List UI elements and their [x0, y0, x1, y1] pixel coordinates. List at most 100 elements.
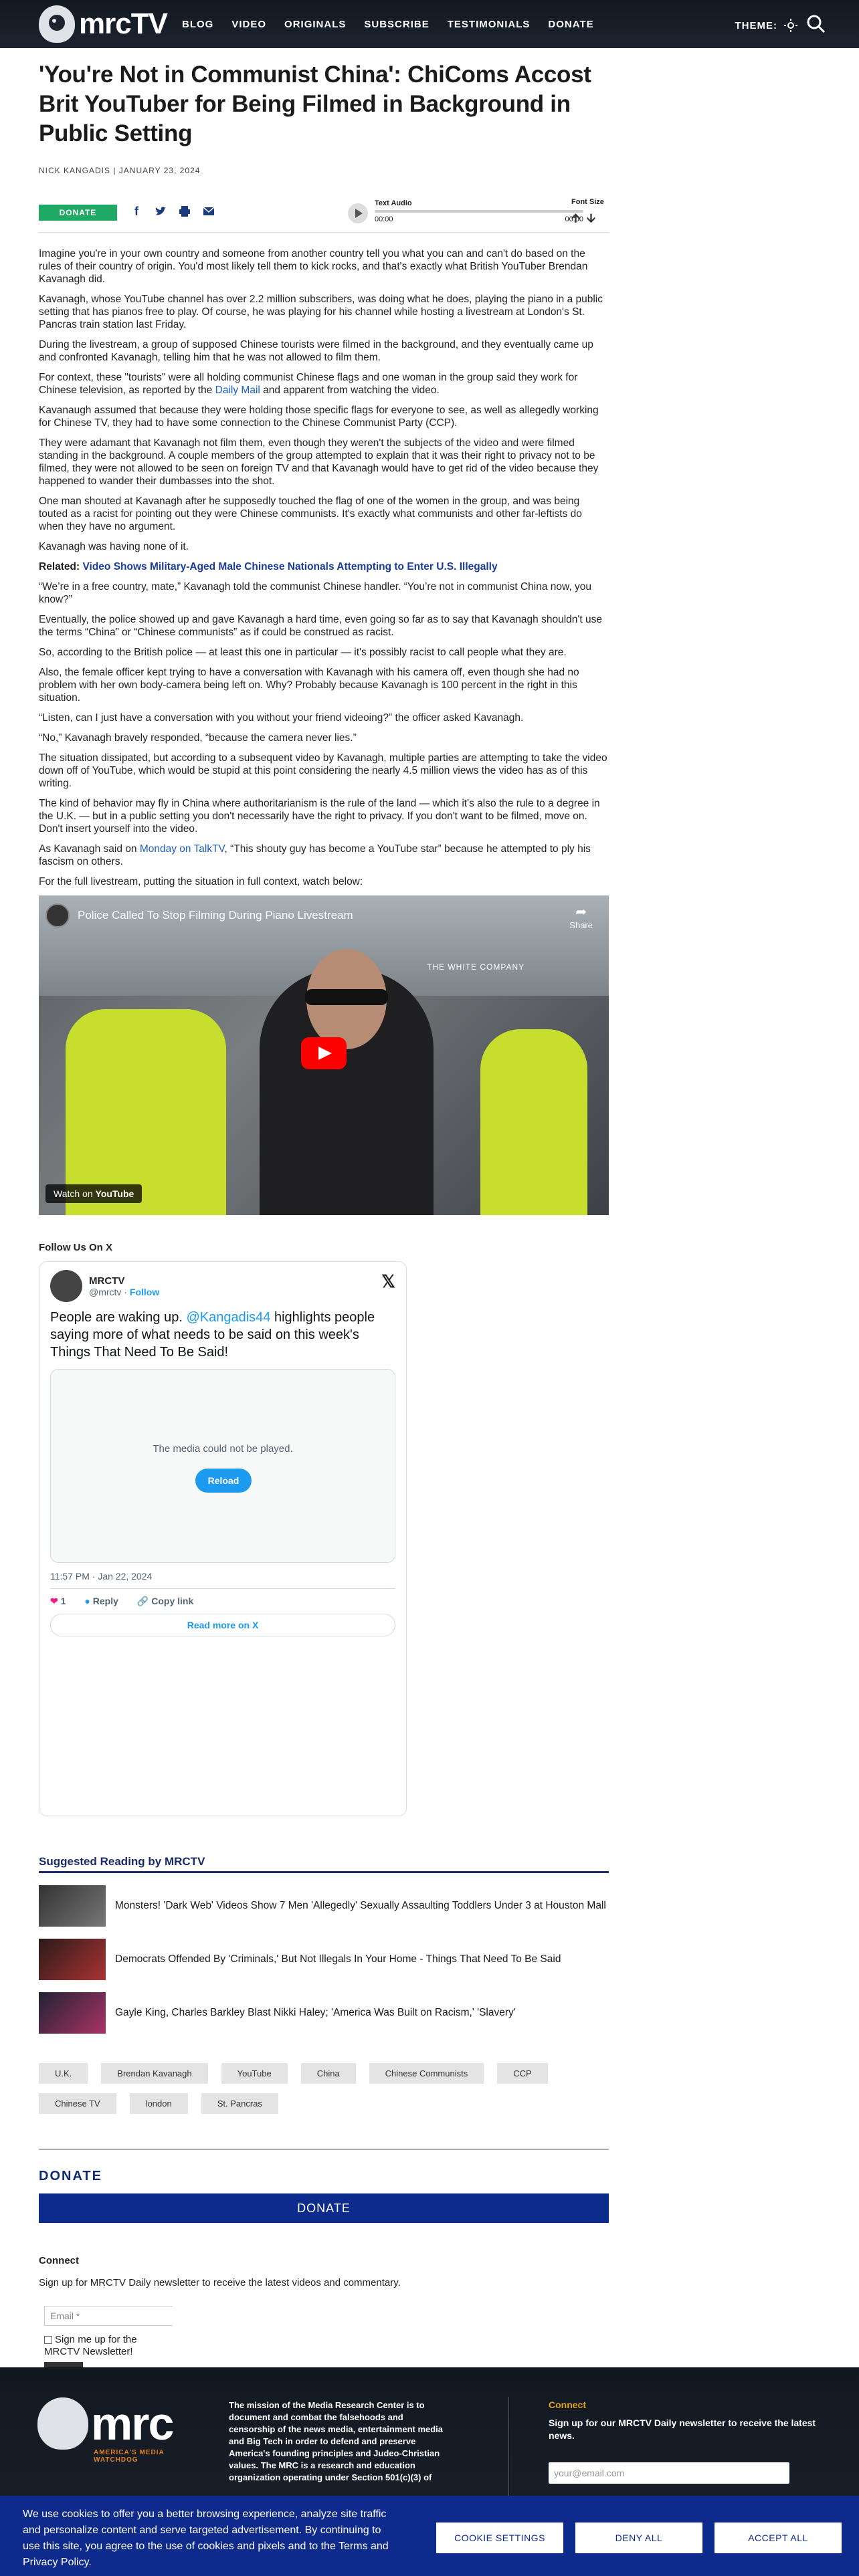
email-icon[interactable]	[202, 205, 215, 218]
youtube-embed[interactable]: THE WHITE COMPANY Police Called To Stop …	[39, 895, 609, 1215]
like-button[interactable]: ❤ 1	[50, 1596, 66, 1607]
article-byline: NICK KANGADIS | JANUARY 23, 2024	[39, 166, 201, 175]
link-icon: 🔗	[136, 1596, 149, 1606]
tweet-author-name[interactable]: MRCTV	[89, 1275, 159, 1287]
paragraph: Kavanaugh assumed that because they were…	[39, 405, 599, 429]
footer-tagline: AMERICA'S MEDIA WATCHDOG	[94, 2449, 165, 2464]
tweet-handle[interactable]: @mrctv	[89, 1287, 121, 1297]
paragraph: For context, these "tourists" were all h…	[39, 372, 578, 396]
font-size-label: Font Size	[571, 198, 604, 206]
theme-toggle[interactable]: THEME:	[735, 19, 797, 32]
tweet-date[interactable]: 11:57 PM · Jan 22, 2024	[50, 1571, 395, 1589]
newsletter-checkbox[interactable]: Sign me up for the MRCTV Newsletter!	[44, 2334, 165, 2358]
newsletter-email-input[interactable]: Email *	[44, 2306, 173, 2326]
deny-all-button[interactable]: DENY ALL	[575, 2523, 702, 2553]
nav-video[interactable]: VIDEO	[231, 19, 266, 30]
checkbox-box[interactable]	[44, 2336, 52, 2345]
search-icon[interactable]	[805, 13, 826, 33]
x-logo-icon[interactable]: 𝕏	[381, 1271, 395, 1292]
tag[interactable]: Brendan Kavanagh	[101, 2063, 208, 2084]
audio-progress-bar[interactable]	[375, 210, 583, 213]
video-figure	[305, 989, 388, 1005]
channel-avatar[interactable]	[45, 903, 70, 928]
cookie-banner: We use cookies to offer you a better bro…	[0, 2496, 859, 2576]
suggested-title[interactable]: Monsters! 'Dark Web' Videos Show 7 Men '…	[115, 1900, 606, 1912]
cookie-text: We use cookies to offer you a better bro…	[23, 2508, 389, 2568]
tag[interactable]: China	[300, 2063, 356, 2084]
tweet-follow-link[interactable]: Follow	[130, 1287, 159, 1297]
donate-button[interactable]: DONATE	[39, 2193, 609, 2223]
twitter-icon[interactable]	[154, 205, 167, 218]
tag[interactable]: CCP	[497, 2063, 548, 2084]
tag[interactable]: Chinese TV	[39, 2093, 116, 2114]
tweet-avatar[interactable]	[50, 1270, 82, 1302]
paragraph: Imagine you're in your own country and s…	[39, 248, 588, 285]
donate-button-small[interactable]: DONATE	[39, 205, 117, 221]
paragraph: Also, the female officer kept trying to …	[39, 667, 579, 704]
tag[interactable]: St. Pancras	[201, 2093, 278, 2114]
suggested-thumbnail[interactable]	[39, 1939, 106, 1980]
video-play-button[interactable]	[301, 1037, 347, 1069]
site-logo[interactable]: mrcTV	[39, 5, 168, 43]
paragraph: Kavanagh was having none of it.	[39, 541, 189, 552]
top-navigation: mrcTV BLOG VIDEO ORIGINALS SUBSCRIBE TES…	[0, 0, 859, 48]
font-increase-icon[interactable]: 🡩	[571, 210, 580, 230]
video-title-bar[interactable]: Police Called To Stop Filming During Pia…	[45, 903, 353, 928]
nav-originals[interactable]: ORIGINALS	[284, 19, 346, 30]
daily-mail-link[interactable]: Daily Mail	[215, 385, 260, 396]
logo-wordmark: mrcTV	[79, 7, 168, 40]
donate-heading: DONATE	[39, 2149, 609, 2184]
paragraph: “We’re in a free country, mate,” Kavanag…	[39, 581, 591, 605]
tag[interactable]: YouTube	[221, 2063, 288, 2084]
main-nav: BLOG VIDEO ORIGINALS SUBSCRIBE TESTIMONI…	[182, 19, 612, 30]
suggested-title[interactable]: Democrats Offended By 'Criminals,' But N…	[115, 1953, 561, 1965]
talktv-link[interactable]: Monday on TalkTV	[140, 843, 225, 855]
accept-all-button[interactable]: ACCEPT ALL	[714, 2523, 842, 2553]
video-share-button[interactable]: ➦ Share	[569, 903, 593, 930]
suggested-item[interactable]: Monsters! 'Dark Web' Videos Show 7 Men '…	[39, 1885, 609, 1927]
nav-testimonials[interactable]: TESTIMONIALS	[448, 19, 531, 30]
suggested-thumbnail[interactable]	[39, 1885, 106, 1927]
tweet-mention[interactable]: @Kangadis44	[186, 1310, 270, 1325]
paragraph: As Kavanagh said on Monday on TalkTV, “T…	[39, 843, 591, 867]
font-decrease-icon[interactable]: 🡫	[587, 210, 595, 230]
paragraph: The situation dissipated, but according …	[39, 752, 607, 789]
tag[interactable]: Chinese Communists	[369, 2063, 484, 2084]
footer-mission: The mission of the Media Research Center…	[229, 2400, 444, 2482]
tweet-actions: ❤ 1 ● Reply 🔗 Copy link	[50, 1596, 395, 1607]
paragraph: During the livestream, a group of suppos…	[39, 339, 593, 363]
read-more-on-x-button[interactable]: Read more on X	[50, 1614, 395, 1636]
paragraph: For the full livestream, putting the sit…	[39, 876, 363, 887]
audio-play-button[interactable]	[348, 203, 368, 223]
suggested-item[interactable]: Democrats Offended By 'Criminals,' But N…	[39, 1939, 609, 1980]
audio-label: Text Audio	[375, 199, 412, 207]
reload-button[interactable]: Reload	[195, 1469, 252, 1493]
nav-subscribe[interactable]: SUBSCRIBE	[364, 19, 429, 30]
suggested-title[interactable]: Gayle King, Charles Barkley Blast Nikki …	[115, 2007, 516, 2019]
footer-email-input[interactable]: your@email.com	[549, 2462, 789, 2484]
watch-on-youtube[interactable]: Watch on YouTube	[45, 1184, 142, 1203]
footer-shield-icon	[37, 2397, 88, 2450]
tag[interactable]: london	[129, 2093, 188, 2114]
suggested-thumbnail[interactable]	[39, 1992, 106, 2034]
paragraph: “Listen, can I just have a conversation …	[39, 712, 524, 724]
paragraph: So, according to the British police — at…	[39, 647, 567, 658]
print-icon[interactable]	[178, 205, 191, 218]
tag[interactable]: U.K.	[39, 2063, 88, 2084]
footer-logo[interactable]: mrc AMERICA'S MEDIA WATCHDOG	[37, 2397, 174, 2464]
footer-connect-heading: Connect	[549, 2399, 586, 2410]
related-link[interactable]: Video Shows Military-Aged Male Chinese N…	[82, 561, 497, 572]
video-title[interactable]: Police Called To Stop Filming During Pia…	[78, 909, 353, 922]
facebook-icon[interactable]: f	[130, 205, 143, 218]
reply-button[interactable]: ● Reply	[84, 1596, 118, 1607]
article-title: 'You're Not in Communist China': ChiComs…	[39, 62, 591, 146]
cookie-settings-button[interactable]: COOKIE SETTINGS	[436, 2523, 563, 2553]
suggested-item[interactable]: Gayle King, Charles Barkley Blast Nikki …	[39, 1992, 609, 2034]
embedded-tweet[interactable]: MRCTV @mrctv · Follow 𝕏 People are wakin…	[39, 1261, 407, 1816]
copy-link-button[interactable]: 🔗 Copy link	[137, 1596, 193, 1607]
tweet-text: People are waking up. @Kangadis44 highli…	[50, 1310, 375, 1360]
nav-donate[interactable]: DONATE	[548, 19, 593, 30]
connect-subtitle: Sign up for MRCTV Daily newsletter to re…	[39, 2277, 401, 2288]
shield-logo-icon	[39, 5, 75, 43]
nav-blog[interactable]: BLOG	[182, 19, 213, 30]
